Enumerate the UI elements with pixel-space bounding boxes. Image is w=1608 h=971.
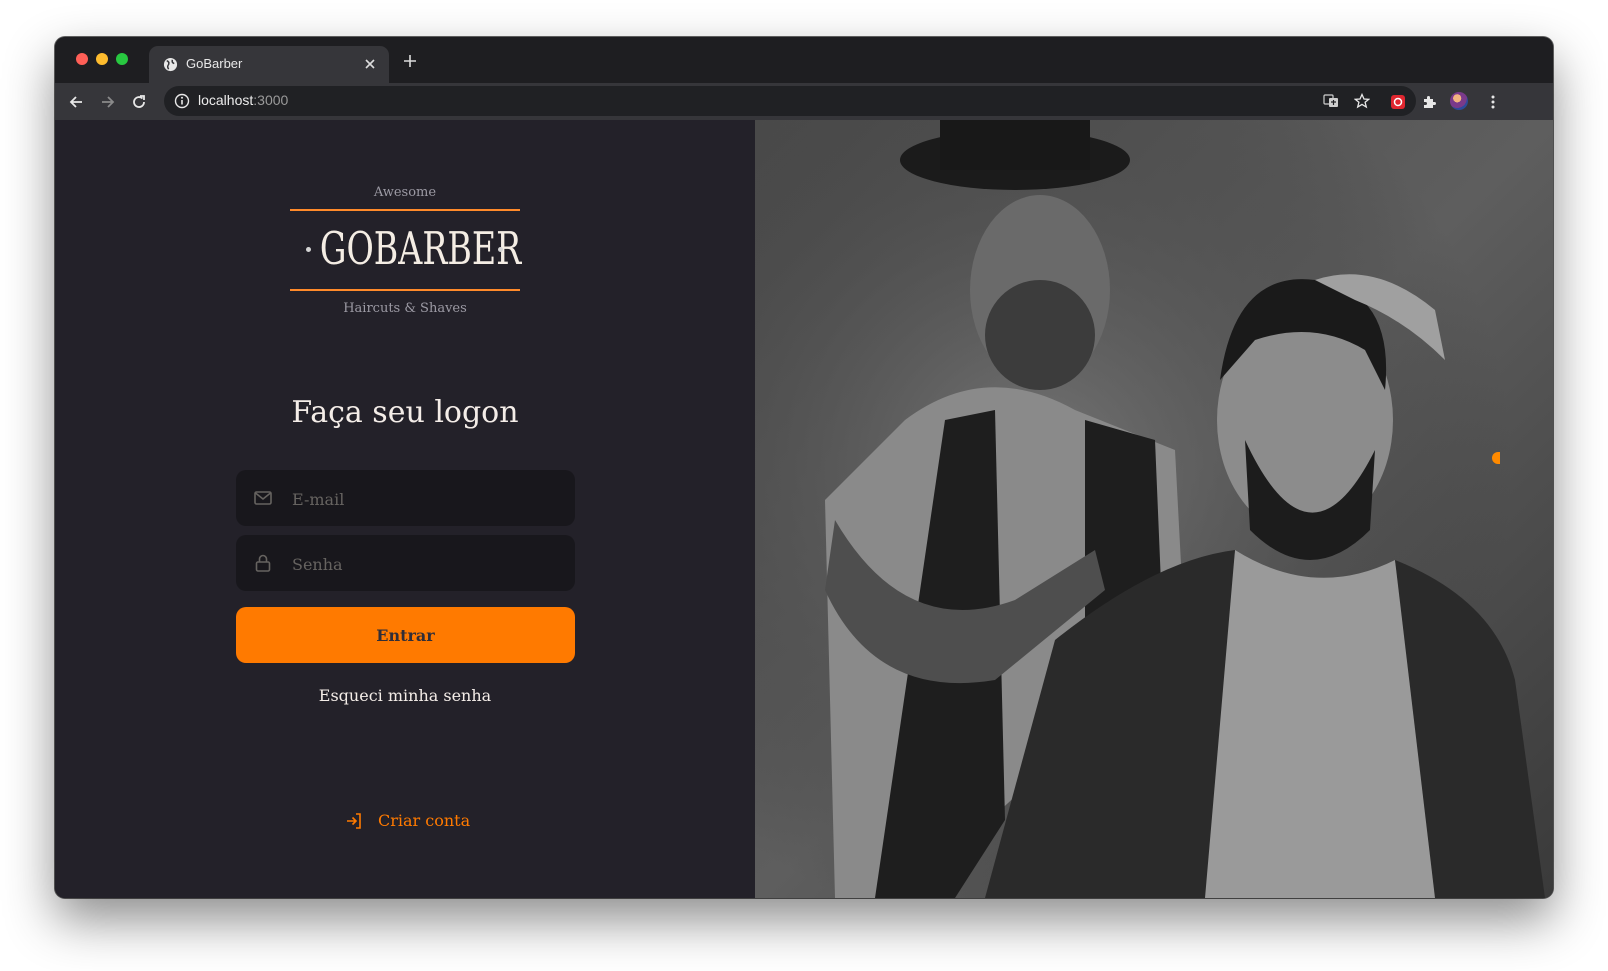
log-in-icon	[347, 813, 361, 829]
logo-divider-top	[290, 209, 520, 211]
tab-gobarber[interactable]: GoBarber	[149, 46, 389, 83]
forward-icon[interactable]	[100, 94, 116, 110]
logo-top-text: Awesome	[373, 185, 437, 200]
bookmark-star-icon[interactable]	[1354, 93, 1370, 109]
password-field[interactable]	[236, 535, 575, 593]
browser-window: GoBarber localhost:3000 Awesome GOBARBER…	[55, 37, 1553, 898]
minimize-window-button[interactable]	[96, 53, 108, 65]
lock-icon	[255, 554, 271, 572]
logo-ornament-right	[498, 247, 503, 252]
create-account-label: Criar conta	[378, 811, 471, 830]
maximize-window-button[interactable]	[116, 53, 128, 65]
login-submit-button[interactable]: Entrar	[236, 607, 575, 663]
tab-title: GoBarber	[186, 56, 243, 71]
extensions-puzzle-icon[interactable]	[1421, 94, 1437, 110]
close-icon[interactable]	[363, 57, 377, 71]
translate-icon[interactable]	[1323, 93, 1339, 109]
profile-avatar[interactable]	[1450, 92, 1468, 110]
email-input[interactable]	[290, 470, 564, 528]
close-window-button[interactable]	[76, 53, 88, 65]
extension-red-icon[interactable]	[1390, 94, 1406, 110]
barbershop-image	[755, 120, 1553, 898]
mail-icon	[254, 491, 272, 505]
reload-icon[interactable]	[131, 94, 147, 110]
email-field[interactable]	[236, 470, 575, 528]
login-panel: Awesome GOBARBER Haircuts & Shaves Faça …	[55, 120, 755, 898]
barber-photo	[755, 120, 1553, 898]
info-icon[interactable]	[174, 93, 190, 109]
back-icon[interactable]	[68, 94, 84, 110]
page-content: Awesome GOBARBER Haircuts & Shaves Faça …	[55, 120, 1553, 898]
url-text: localhost:3000	[198, 92, 288, 108]
address-bar[interactable]: localhost:3000	[164, 86, 1416, 116]
url-host: localhost	[198, 92, 254, 108]
password-input[interactable]	[290, 535, 564, 593]
url-port: :3000	[253, 92, 289, 108]
new-tab-icon[interactable]	[403, 54, 417, 68]
browser-toolbar: localhost:3000	[55, 83, 1553, 120]
globe-icon	[163, 57, 178, 72]
scroll-indicator	[1492, 452, 1500, 464]
logo-bottom-text: Haircuts & Shaves	[343, 301, 467, 316]
tab-strip: GoBarber	[55, 37, 1553, 83]
more-options-icon[interactable]	[1485, 94, 1501, 110]
login-heading: Faça seu logon	[291, 395, 519, 430]
gobarber-logo: Awesome GOBARBER Haircuts & Shaves	[290, 185, 522, 325]
forgot-password-link[interactable]: Esqueci minha senha	[55, 686, 755, 705]
logo-wordmark: GOBARBER	[319, 222, 522, 275]
logo-ornament-left	[306, 247, 311, 252]
logo-divider-bottom	[290, 289, 520, 291]
